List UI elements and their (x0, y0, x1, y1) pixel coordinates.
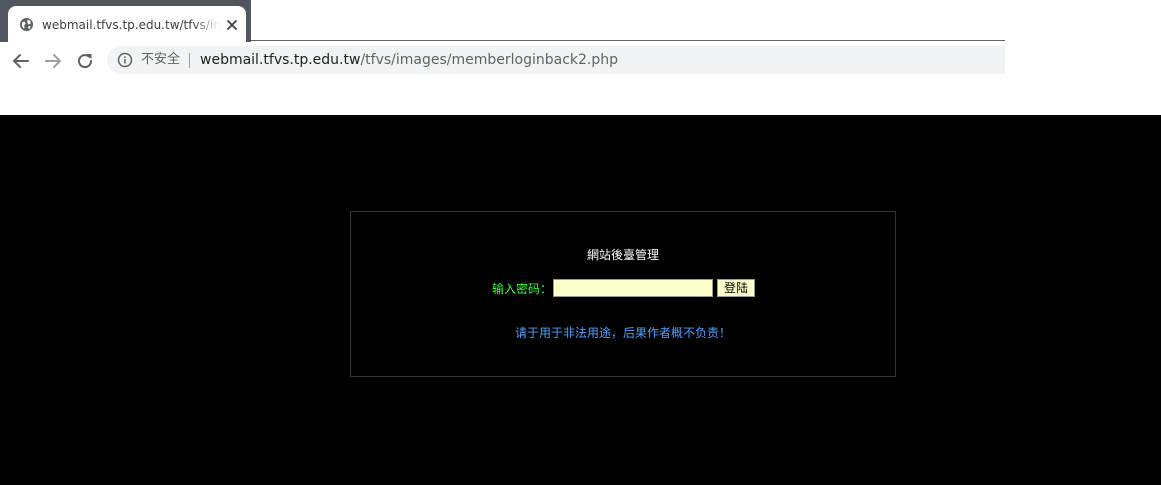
back-arrow-icon[interactable] (9, 49, 33, 73)
tabstrip-divider (250, 40, 1005, 41)
browser-tab[interactable]: webmail.tfvs.tp.edu.tw/tfvs/images/membe… (0, 0, 251, 42)
close-icon[interactable] (224, 17, 240, 33)
forward-arrow-icon[interactable] (41, 49, 65, 73)
address-divider (189, 53, 190, 68)
password-input[interactable] (553, 279, 713, 297)
security-label[interactable]: 不安全 (141, 51, 180, 69)
password-label: 输入密码： (492, 282, 553, 296)
login-button[interactable]: 登陆 (717, 279, 755, 297)
page-title: 網站後臺管理 (586, 248, 659, 262)
page-viewport: 網站後臺管理 输入密码： 登陆 请于用于非法用途，后果作者概不负责！ (0, 115, 1161, 485)
globe-icon (19, 17, 34, 32)
address-bar[interactable]: 不安全 webmail.tfvs.tp.edu.tw/tfvs/images/m… (107, 46, 1005, 74)
active-tab[interactable]: webmail.tfvs.tp.edu.tw/tfvs/images/membe… (8, 6, 246, 42)
browser-toolbar: 不安全 webmail.tfvs.tp.edu.tw/tfvs/images/m… (0, 42, 1005, 115)
tab-title: webmail.tfvs.tp.edu.tw/tfvs/images/membe… (42, 18, 220, 32)
login-panel: 網站後臺管理 输入密码： 登陆 请于用于非法用途，后果作者概不负责！ (350, 211, 896, 377)
info-icon[interactable] (117, 52, 133, 68)
warning-text: 请于用于非法用途，后果作者概不负责！ (514, 326, 731, 340)
reload-icon[interactable] (73, 49, 97, 73)
url-text[interactable]: webmail.tfvs.tp.edu.tw/tfvs/images/membe… (200, 50, 618, 70)
password-form: 输入密码： 登陆 (351, 279, 895, 299)
url-path: /tfvs/images/memberloginback2.php (360, 52, 619, 68)
url-host: webmail.tfvs.tp.edu.tw (200, 52, 361, 68)
browser-tabstrip: webmail.tfvs.tp.edu.tw/tfvs/images/membe… (0, 0, 1005, 42)
